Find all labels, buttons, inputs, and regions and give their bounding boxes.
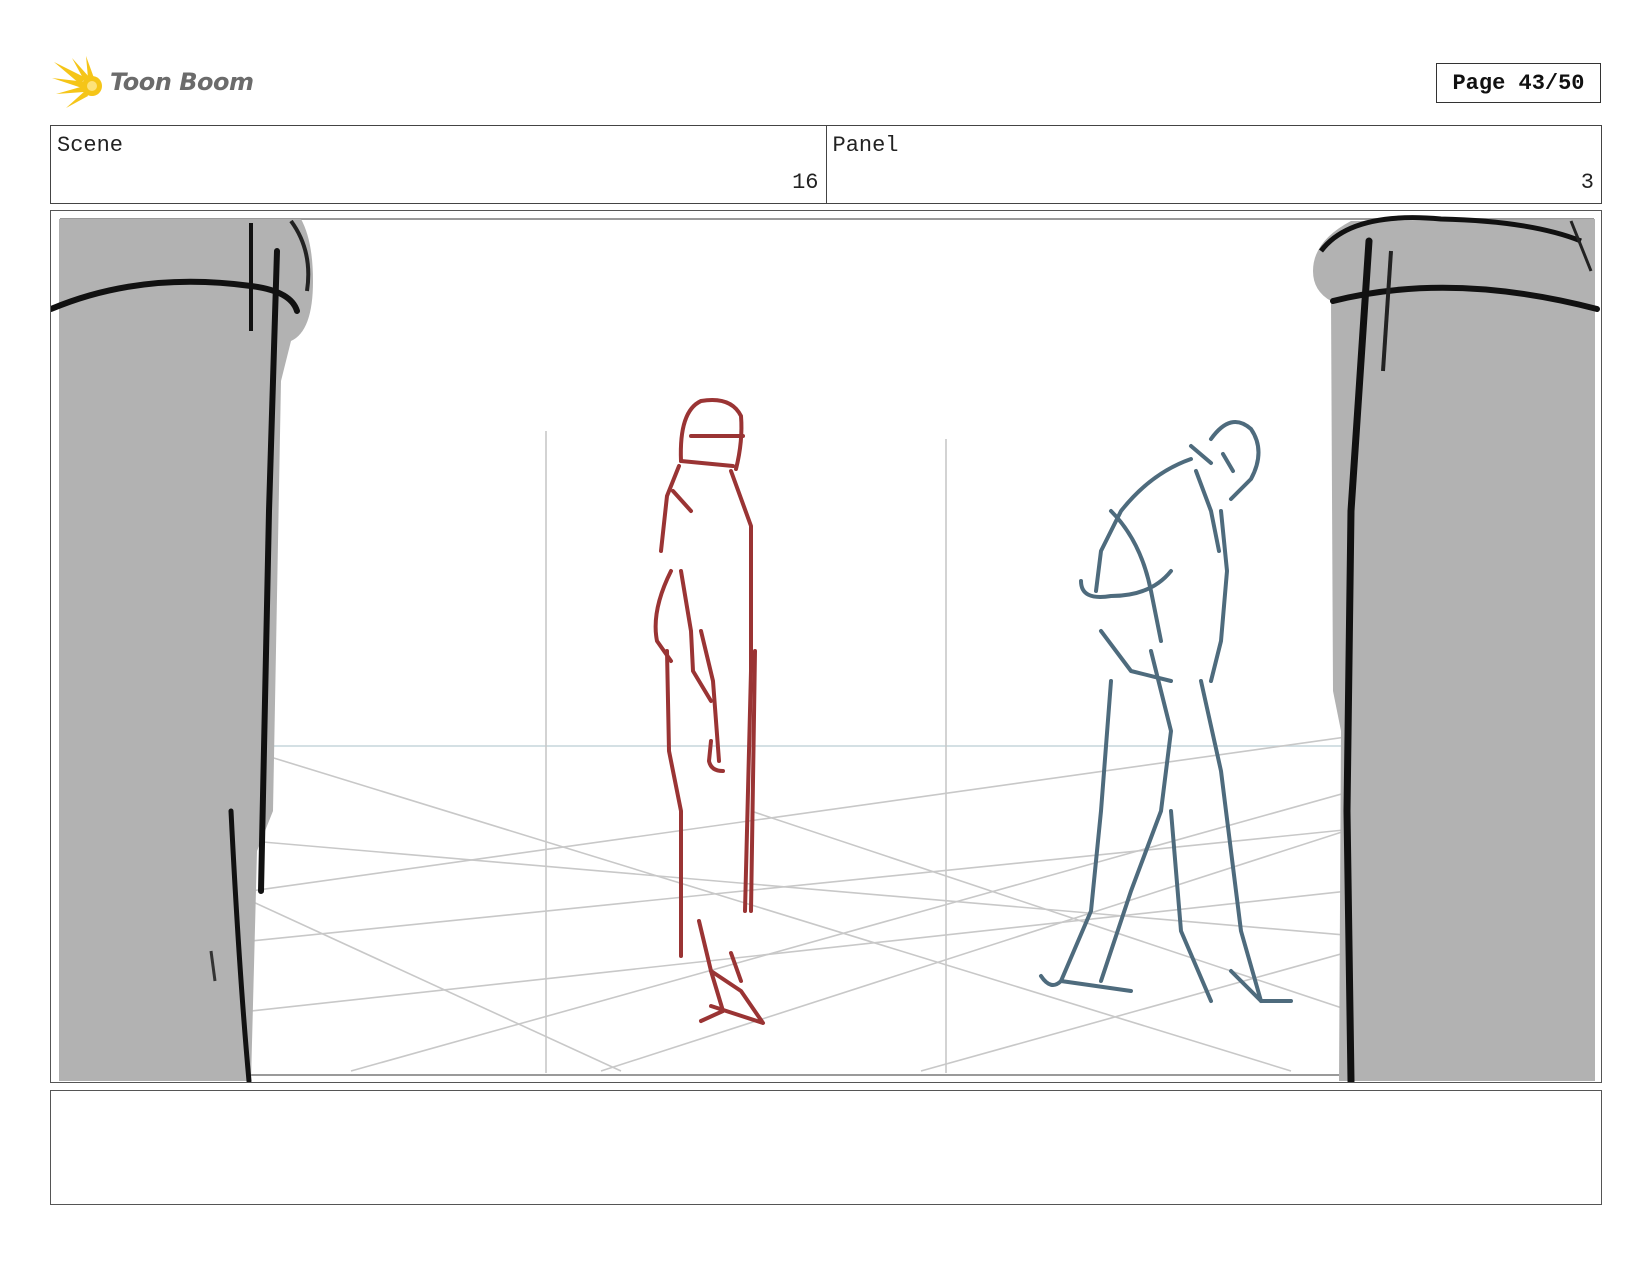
- panel-label: Panel: [832, 133, 899, 158]
- scene-label: Scene: [57, 133, 124, 158]
- panel-cell: Panel 3: [825, 126, 1602, 203]
- page-indicator: Page 43/50: [1436, 63, 1601, 103]
- toon-boom-logo: Toon Boom: [52, 56, 262, 112]
- scene-cell: Scene 16: [51, 126, 826, 203]
- scene-panel-info: Scene 16 Panel 3: [50, 125, 1602, 204]
- figure-left: [653, 398, 765, 1025]
- scene-number: 16: [792, 170, 819, 195]
- figure-right: [1039, 419, 1293, 1003]
- notes-box: [50, 1090, 1602, 1205]
- panel-number: 3: [1580, 170, 1594, 195]
- panel-drawing: [51, 215, 1600, 1082]
- logo-wordmark: Toon Boom: [110, 68, 254, 96]
- panel-frame: [50, 210, 1602, 1083]
- right-pillar: [1313, 215, 1600, 1082]
- left-pillar: [51, 219, 313, 1082]
- starburst-icon: [52, 56, 102, 108]
